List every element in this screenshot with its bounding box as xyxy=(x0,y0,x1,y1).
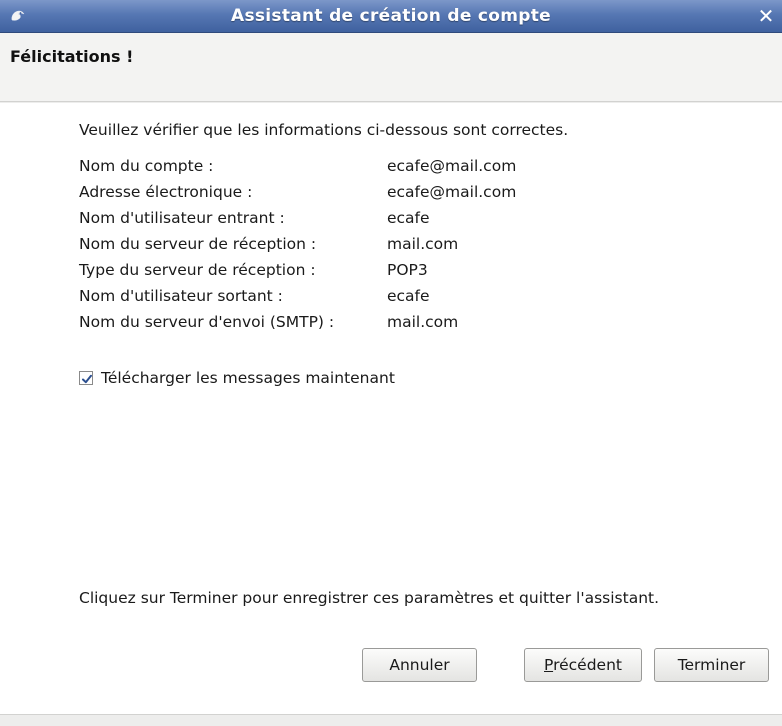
cancel-button[interactable]: Annuler xyxy=(362,648,477,682)
summary-row-server-type: Type du serveur de réception : POP3 xyxy=(79,257,516,283)
finish-button[interactable]: Terminer xyxy=(654,648,769,682)
summary-row-outgoing-user: Nom d'utilisateur sortant : ecafe xyxy=(79,283,516,309)
checkbox-checked-icon[interactable] xyxy=(79,371,93,385)
account-summary: Nom du compte : ecafe@mail.com Adresse él… xyxy=(79,153,516,335)
summary-label: Adresse électronique : xyxy=(79,183,253,201)
wizard-content: Veuillez vérifier que les informations c… xyxy=(0,103,782,715)
summary-label: Nom du compte : xyxy=(79,157,214,175)
summary-row-smtp-server: Nom du serveur d'envoi (SMTP) : mail.com xyxy=(79,309,516,335)
previous-button[interactable]: Précédent xyxy=(524,648,642,682)
window-title: Assistant de création de compte xyxy=(230,6,552,26)
download-messages-checkbox[interactable]: Télécharger les messages maintenant xyxy=(79,369,395,387)
summary-row-incoming-server: Nom du serveur de réception : mail.com xyxy=(79,231,516,257)
summary-row-email: Adresse électronique : ecafe@mail.com xyxy=(79,179,516,205)
wizard-header: Félicitations ! xyxy=(0,33,782,102)
summary-label: Nom d'utilisateur sortant : xyxy=(79,287,283,305)
page-heading: Félicitations ! xyxy=(10,47,134,66)
close-icon[interactable]: ✕ xyxy=(754,4,778,28)
summary-row-account-name: Nom du compte : ecafe@mail.com xyxy=(79,153,516,179)
summary-value: ecafe@mail.com xyxy=(387,157,517,175)
account-wizard-window: Assistant de création de compte ✕ Félici… xyxy=(0,0,782,726)
summary-value: POP3 xyxy=(387,261,428,279)
summary-row-incoming-user: Nom d'utilisateur entrant : ecafe xyxy=(79,205,516,231)
intro-text: Veuillez vérifier que les informations c… xyxy=(79,121,569,139)
summary-value: ecafe xyxy=(387,209,430,227)
summary-label: Nom du serveur d'envoi (SMTP) : xyxy=(79,313,335,331)
download-messages-label[interactable]: Télécharger les messages maintenant xyxy=(101,369,395,387)
summary-value: ecafe@mail.com xyxy=(387,183,517,201)
summary-label: Nom d'utilisateur entrant : xyxy=(79,209,285,227)
summary-value: mail.com xyxy=(387,235,459,253)
summary-value: mail.com xyxy=(387,313,459,331)
finish-instructions: Cliquez sur Terminer pour enregistrer ce… xyxy=(79,589,660,607)
summary-label: Nom du serveur de réception : xyxy=(79,235,317,253)
summary-label: Type du serveur de réception : xyxy=(79,261,316,279)
summary-value: ecafe xyxy=(387,287,430,305)
title-bar[interactable]: Assistant de création de compte ✕ xyxy=(0,0,782,33)
